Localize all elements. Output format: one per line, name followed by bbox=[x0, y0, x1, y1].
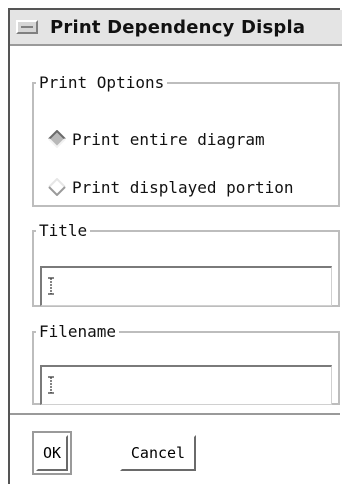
button-area-separator bbox=[10, 413, 340, 415]
print-dependency-dialog: Print Dependency Displa Print Options Pr… bbox=[8, 8, 342, 484]
title-bar[interactable]: Print Dependency Displa bbox=[10, 10, 342, 46]
title-legend: Title bbox=[39, 221, 88, 240]
radio-print-entire-diagram[interactable]: Print entire diagram bbox=[48, 127, 265, 151]
title-input[interactable] bbox=[40, 266, 332, 306]
print-options-legend: Print Options bbox=[39, 73, 165, 92]
print-options-group: Print Options Print entire diagram Print bbox=[32, 74, 340, 207]
diamond-radio-selected-icon[interactable] bbox=[48, 130, 66, 148]
filename-group: Filename bbox=[32, 323, 340, 405]
radio-label-displayed-portion: Print displayed portion bbox=[72, 177, 294, 197]
cancel-button[interactable]: Cancel bbox=[120, 435, 196, 471]
radio-print-displayed-portion[interactable]: Print displayed portion bbox=[48, 175, 294, 199]
filename-input[interactable] bbox=[40, 365, 332, 405]
window-title: Print Dependency Displa bbox=[50, 17, 306, 38]
filename-legend: Filename bbox=[39, 322, 117, 341]
ok-button[interactable]: OK bbox=[36, 435, 68, 471]
diamond-radio-unselected-icon[interactable] bbox=[48, 178, 66, 196]
window-menu-icon[interactable] bbox=[16, 20, 38, 34]
title-group: Title bbox=[32, 222, 340, 307]
window-menu-bar bbox=[21, 26, 33, 28]
radio-label-entire-diagram: Print entire diagram bbox=[72, 129, 265, 149]
